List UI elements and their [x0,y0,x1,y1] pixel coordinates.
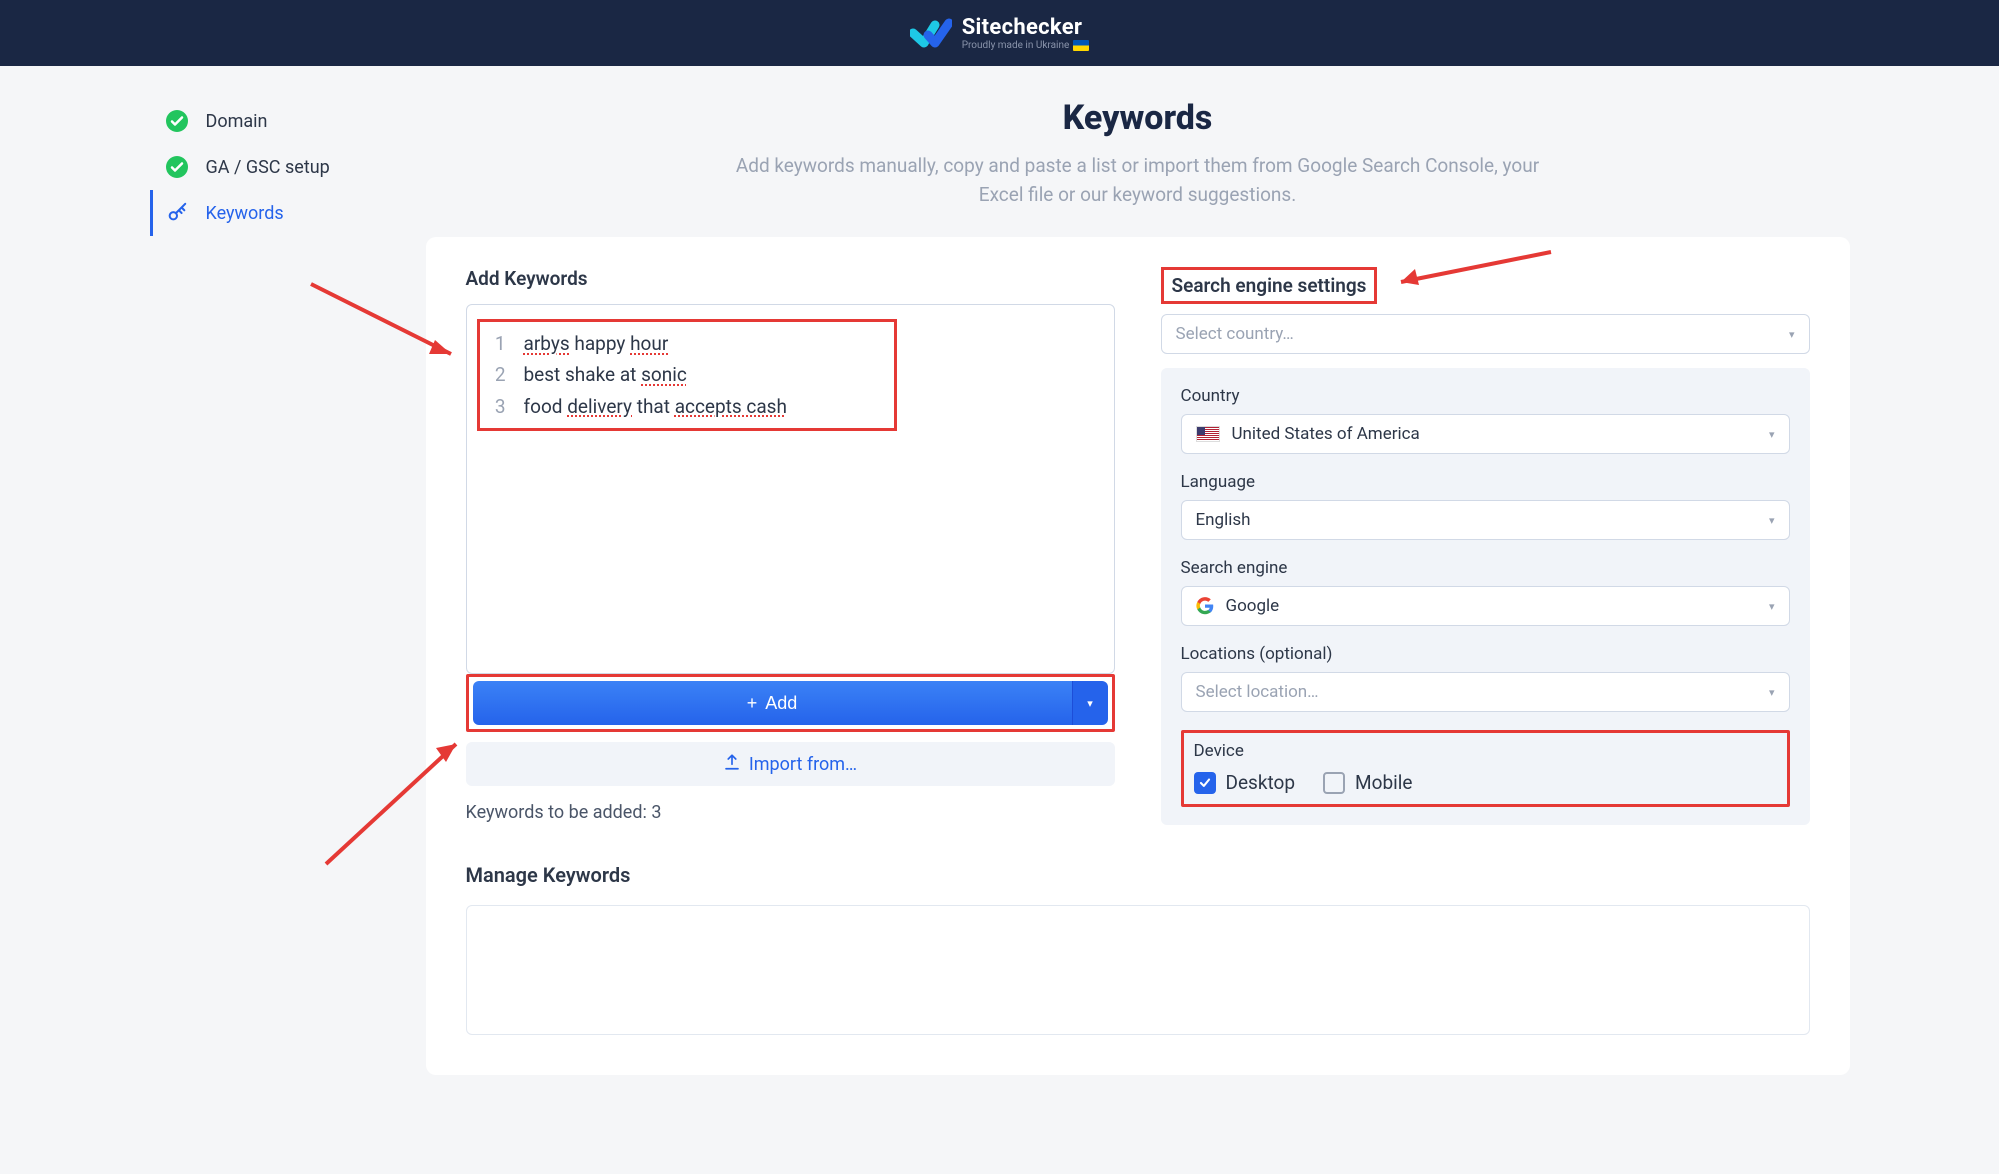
checkbox-checked-icon [1194,772,1216,794]
locations-select[interactable]: Select location… ▾ [1181,672,1790,712]
app-header: Sitechecker Proudly made in Ukraine [0,0,1999,66]
add-keywords-label: Add Keywords [466,267,1115,290]
page-description: Add keywords manually, copy and paste a … [713,152,1563,209]
search-settings-label: Search engine settings [1161,267,1378,304]
plus-icon: + [747,693,758,714]
us-flag-icon [1196,426,1220,442]
import-button[interactable]: Import from… [466,742,1115,786]
device-label: Device [1194,741,1777,761]
chevron-down-icon: ▾ [1769,686,1775,699]
add-dropdown-button[interactable]: ▾ [1072,681,1108,725]
manage-keywords-table[interactable] [466,905,1810,1035]
add-button[interactable]: + Add [473,681,1072,725]
editor-line: 1arbys happy hour [486,328,890,359]
ukraine-flag-icon [1073,40,1089,51]
setup-stepper: Domain GA / GSC setup Keywords [150,98,426,1075]
checkmark-logo-icon [910,17,952,49]
brand-name: Sitechecker [962,15,1090,40]
sidebar-item-label: GA / GSC setup [206,157,330,178]
engine-label: Search engine [1181,558,1790,578]
country-search-select[interactable]: Select country… ▾ [1161,314,1810,354]
search-settings-panel: Country United States of America ▾ Langu… [1161,368,1810,825]
sidebar-item-domain[interactable]: Domain [150,98,426,144]
keywords-card: Add Keywords 1arbys happy hour 2best sha… [426,237,1850,1075]
editor-line: 3food delivery that accepts cash [486,391,890,422]
manage-keywords-label: Manage Keywords [466,863,1810,887]
chevron-down-icon: ▾ [1789,328,1795,341]
sidebar-item-label: Domain [206,111,268,132]
locations-label: Locations (optional) [1181,644,1790,664]
sidebar-item-ga-gsc[interactable]: GA / GSC setup [150,144,426,190]
check-circle-icon [166,110,188,132]
upload-icon [723,753,741,776]
language-label: Language [1181,472,1790,492]
brand-tagline: Proudly made in Ukraine [962,40,1090,51]
google-icon [1196,597,1214,615]
sidebar-item-keywords[interactable]: Keywords [150,190,426,236]
key-icon [166,202,188,224]
brand-logo[interactable]: Sitechecker Proudly made in Ukraine [910,15,1090,51]
desktop-checkbox[interactable]: Desktop [1194,771,1296,794]
country-label: Country [1181,386,1790,406]
keywords-count: Keywords to be added: 3 [466,802,1115,823]
sidebar-item-label: Keywords [206,203,284,224]
keywords-editor[interactable]: 1arbys happy hour 2best shake at sonic 3… [466,304,1115,674]
chevron-down-icon: ▾ [1087,697,1093,710]
country-select[interactable]: United States of America ▾ [1181,414,1790,454]
mobile-checkbox[interactable]: Mobile [1323,771,1412,794]
chevron-down-icon: ▾ [1769,428,1775,441]
annotation-arrow-icon [1391,247,1561,297]
checkbox-unchecked-icon [1323,772,1345,794]
page-title: Keywords [426,98,1850,138]
chevron-down-icon: ▾ [1769,600,1775,613]
engine-select[interactable]: Google ▾ [1181,586,1790,626]
check-circle-icon [166,156,188,178]
chevron-down-icon: ▾ [1769,514,1775,527]
editor-line: 2best shake at sonic [486,359,890,390]
language-select[interactable]: English ▾ [1181,500,1790,540]
